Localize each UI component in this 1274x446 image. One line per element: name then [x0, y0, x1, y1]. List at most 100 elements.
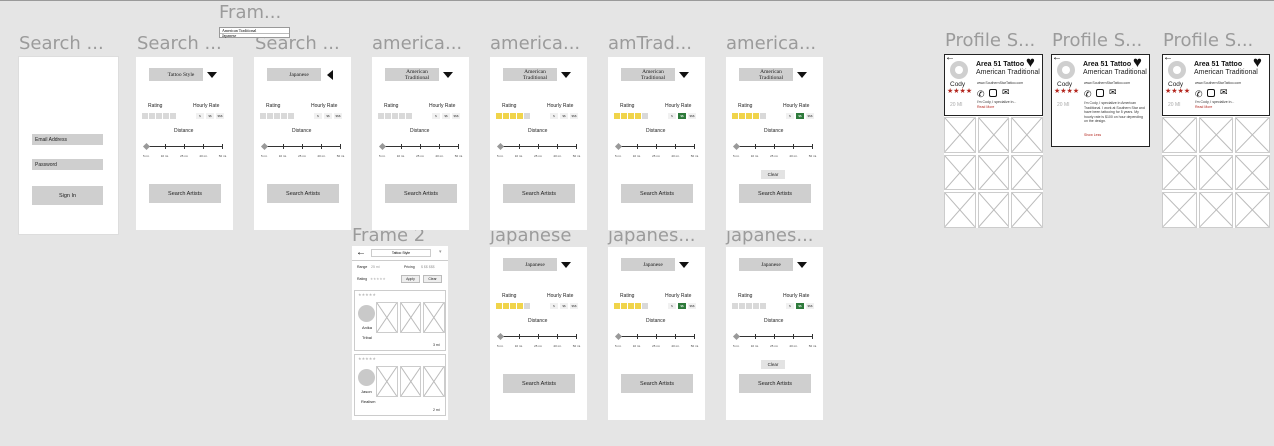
price-option[interactable]: $ [668, 303, 676, 309]
star-icon[interactable] [628, 113, 634, 119]
chevron-down-icon[interactable]: ▾ [439, 249, 442, 255]
image-placeholder[interactable] [399, 302, 422, 333]
chevron-down-icon[interactable] [557, 258, 575, 271]
star-icon[interactable] [517, 113, 523, 119]
price-option[interactable]: $$ [796, 113, 804, 119]
distance-slider-handle[interactable] [614, 142, 623, 151]
star-icon[interactable] [524, 113, 530, 119]
star-icon[interactable] [156, 113, 162, 119]
style-dropdown[interactable]: Japanese [267, 68, 339, 81]
range-value[interactable]: 25 mi [371, 265, 380, 269]
price-option[interactable]: $ [314, 113, 322, 119]
search-artists-button[interactable]: Search Artists [503, 374, 575, 393]
portfolio-image-placeholder[interactable] [944, 117, 976, 153]
portfolio-image-placeholder[interactable] [977, 154, 1010, 191]
price-option[interactable]: $$ [206, 113, 214, 119]
price-option[interactable]: $$$ [688, 303, 696, 309]
star-icon[interactable] [628, 303, 634, 309]
style-dropdown[interactable]: American Traditional [621, 68, 693, 81]
read-more-link[interactable]: Read More [1195, 105, 1212, 109]
show-less-link[interactable]: Show Less [1084, 133, 1101, 137]
price-option[interactable]: $$$ [688, 113, 696, 119]
price-option[interactable]: $$$ [216, 113, 224, 119]
favorite-heart-icon[interactable]: ♥ [1133, 55, 1142, 70]
style-dropdown[interactable]: American Traditional [503, 68, 575, 81]
distance-slider-handle[interactable] [732, 332, 741, 341]
rating-stars[interactable]: ★★★★★ [370, 277, 386, 281]
distance-slider-handle[interactable] [378, 142, 387, 151]
pricing-options[interactable]: $ $$ $$$ [421, 265, 435, 269]
chevron-down-icon[interactable] [557, 68, 575, 81]
price-option[interactable]: $ [786, 303, 794, 309]
star-icon[interactable] [510, 303, 516, 309]
portfolio-image-placeholder[interactable] [1198, 117, 1234, 153]
star-icon[interactable] [260, 113, 266, 119]
shop-website[interactable]: www.SouthernStarTattoo.com [977, 81, 1023, 85]
style-dropdown[interactable]: American Traditional [385, 68, 457, 81]
star-icon[interactable] [406, 113, 412, 119]
portfolio-image-placeholder[interactable] [1198, 192, 1234, 228]
portfolio-image-placeholder[interactable] [944, 154, 976, 191]
portfolio-image-placeholder[interactable] [1235, 192, 1270, 228]
star-icon[interactable] [267, 113, 273, 119]
image-placeholder[interactable] [423, 366, 445, 397]
distance-slider-handle[interactable] [732, 142, 741, 151]
image-placeholder[interactable] [423, 302, 445, 333]
search-artists-button[interactable]: Search Artists [739, 374, 811, 393]
artist-card-1[interactable]: ★★★★★ Anika Tribal 3 mi [354, 290, 446, 351]
star-icon[interactable] [746, 303, 752, 309]
price-option[interactable]: $$ [442, 113, 450, 119]
portfolio-image-placeholder[interactable] [1162, 192, 1197, 228]
shop-website[interactable]: www.SouthernStarTattoo.com [1195, 81, 1241, 85]
star-icon[interactable] [635, 303, 641, 309]
frame-label-american-3[interactable]: america... [726, 34, 816, 54]
price-option[interactable]: $ [786, 113, 794, 119]
star-icon[interactable] [496, 303, 502, 309]
chevron-down-icon[interactable] [793, 258, 811, 271]
frame-label-search-login[interactable]: Search ... [19, 34, 104, 54]
portfolio-image-placeholder[interactable] [944, 192, 976, 228]
phone-icon[interactable]: ✆ [1195, 89, 1203, 100]
price-option[interactable]: $$ [678, 303, 686, 309]
style-dropdown[interactable]: Japanese [503, 258, 575, 271]
distance-slider-handle[interactable] [614, 332, 623, 341]
star-icon[interactable] [732, 303, 738, 309]
portfolio-image-placeholder[interactable] [1235, 117, 1270, 153]
distance-slider-handle[interactable] [142, 142, 151, 151]
star-icon[interactable] [753, 113, 759, 119]
style-dropdown[interactable]: Japanese [621, 258, 693, 271]
star-icon[interactable] [510, 113, 516, 119]
star-icon[interactable] [732, 113, 738, 119]
star-icon[interactable] [739, 303, 745, 309]
star-icon[interactable] [274, 113, 280, 119]
mail-icon[interactable]: ✉ [1109, 87, 1117, 98]
portfolio-image-placeholder[interactable] [1162, 117, 1197, 153]
star-icon[interactable] [642, 303, 648, 309]
star-icon[interactable] [621, 113, 627, 119]
star-icon[interactable] [760, 113, 766, 119]
read-more-link[interactable]: Read More [977, 105, 994, 109]
price-option[interactable]: $$ [560, 113, 568, 119]
frame-label-profile-1[interactable]: Profile S... [945, 31, 1035, 51]
price-option[interactable]: $ [550, 113, 558, 119]
price-option[interactable]: $$ [560, 303, 568, 309]
frame-label-amtrad[interactable]: amTrad... [608, 34, 692, 54]
star-icon[interactable] [281, 113, 287, 119]
portfolio-image-placeholder[interactable] [1011, 192, 1043, 228]
price-option[interactable]: $$ [796, 303, 804, 309]
star-icon[interactable] [149, 113, 155, 119]
price-option[interactable]: $$$ [806, 303, 814, 309]
price-option[interactable]: $$$ [570, 303, 578, 309]
star-icon[interactable] [378, 113, 384, 119]
portfolio-image-placeholder[interactable] [977, 117, 1010, 153]
star-icon[interactable] [614, 113, 620, 119]
star-icon[interactable] [635, 113, 641, 119]
style-menu-popup[interactable]: American Traditional Japanese [219, 27, 290, 38]
star-icon[interactable] [642, 113, 648, 119]
image-placeholder[interactable] [376, 366, 398, 397]
star-icon[interactable] [753, 303, 759, 309]
star-icon[interactable] [170, 113, 176, 119]
search-artists-button[interactable]: Search Artists [621, 374, 693, 393]
apply-button[interactable]: Apply [401, 275, 420, 283]
chevron-down-icon[interactable] [675, 258, 693, 271]
